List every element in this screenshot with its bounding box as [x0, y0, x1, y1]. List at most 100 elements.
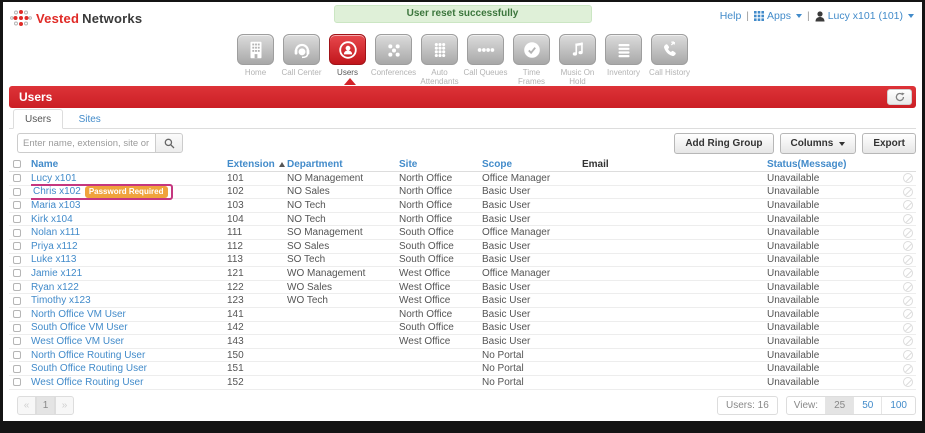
row-checkbox[interactable]	[13, 337, 21, 345]
nav-item-conferences[interactable]: Conferences	[371, 34, 417, 86]
row-checkbox[interactable]	[13, 188, 21, 196]
columns-dropdown-button[interactable]: Columns	[780, 133, 857, 154]
row-checkbox[interactable]	[13, 324, 21, 332]
cell-scope: Basic User	[482, 254, 582, 265]
apps-menu[interactable]: Apps	[754, 10, 802, 22]
success-alert: User reset successfully	[334, 5, 592, 23]
nav-item-inventory[interactable]: Inventory	[601, 34, 647, 86]
user-name-link[interactable]: Ryan x122	[31, 282, 79, 293]
nav-item-home[interactable]: Home	[233, 34, 279, 86]
nav-item-call-queues[interactable]: Call Queues	[463, 34, 509, 86]
user-name-link[interactable]: Lucy x101	[31, 173, 77, 184]
user-name-link[interactable]: North Office VM User	[31, 309, 126, 320]
refresh-button[interactable]	[887, 89, 912, 105]
export-button[interactable]: Export	[862, 133, 916, 154]
view-label: View:	[787, 397, 825, 414]
row-checkbox[interactable]	[13, 283, 21, 291]
header-email[interactable]: Email	[582, 159, 767, 170]
row-checkbox[interactable]	[13, 310, 21, 318]
nav-item-call-history[interactable]: Call History	[647, 34, 693, 86]
cell-status: Unavailable	[767, 186, 889, 197]
cell-department: SO Sales	[287, 241, 399, 252]
header-name-label: Name	[31, 159, 58, 170]
current-page-button[interactable]: 1	[36, 396, 55, 415]
cell-scope: Office Manager	[482, 173, 582, 184]
header-status[interactable]: Status(Message)	[767, 159, 889, 170]
user-name-link[interactable]: Kirk x104	[31, 214, 73, 225]
prev-page-button[interactable]: «	[17, 396, 36, 415]
cell-department: SO Tech	[287, 254, 399, 265]
apps-label: Apps	[767, 10, 791, 22]
page-title: Users	[9, 90, 887, 104]
disabled-call-icon	[903, 173, 913, 183]
user-name-link[interactable]: Priya x112	[31, 241, 78, 252]
search-input[interactable]	[17, 133, 155, 153]
nav-item-auto-attendants[interactable]: Auto Attendants	[417, 34, 463, 86]
row-checkbox[interactable]	[13, 297, 21, 305]
cell-site: South Office	[399, 227, 482, 238]
help-link[interactable]: Help	[720, 10, 742, 22]
cell-extension: 103	[227, 200, 287, 211]
row-checkbox[interactable]	[13, 229, 21, 237]
user-name-link[interactable]: Chris x102	[33, 186, 81, 197]
cell-scope: Office Manager	[482, 268, 582, 279]
divider	[746, 10, 749, 22]
toolbar: Add Ring Group Columns Export	[9, 133, 916, 155]
user-name-link[interactable]: West Office Routing User	[31, 377, 143, 388]
row-checkbox[interactable]	[13, 242, 21, 250]
tab-sites[interactable]: Sites	[68, 110, 112, 128]
user-name-link[interactable]: Maria x103	[31, 200, 80, 211]
brand-second-word: Networks	[82, 11, 142, 26]
disabled-call-icon	[903, 228, 913, 238]
view-option-50[interactable]: 50	[853, 397, 881, 414]
table-header-row: Name Extension Department Site Scope Ema…	[9, 157, 916, 172]
header-extension[interactable]: Extension	[227, 159, 287, 170]
cell-scope: No Portal	[482, 363, 582, 374]
app-window: VestedNetworks User reset successfully H…	[3, 2, 922, 421]
main-navigation: Home Call Center Users	[3, 34, 922, 86]
cell-status: Unavailable	[767, 268, 889, 279]
row-checkbox[interactable]	[13, 215, 21, 223]
nav-item-music-on-hold[interactable]: Music On Hold	[555, 34, 601, 86]
clock-icon	[521, 39, 543, 61]
user-name-link[interactable]: Luke x113	[31, 254, 76, 265]
view-option-25[interactable]: 25	[825, 397, 853, 414]
cell-site: West Office	[399, 268, 482, 279]
row-checkbox[interactable]	[13, 378, 21, 386]
row-checkbox[interactable]	[13, 256, 21, 264]
call-history-icon	[659, 39, 681, 61]
user-menu[interactable]: Lucy x101 (101)	[815, 10, 914, 22]
cell-status: Unavailable	[767, 254, 889, 265]
nav-item-time-frames[interactable]: Time Frames	[509, 34, 555, 86]
user-name-link[interactable]: South Office Routing User	[31, 363, 147, 374]
top-links: Help Apps Lucy x101 (	[720, 10, 914, 22]
header-scope[interactable]: Scope	[482, 159, 582, 170]
user-name-link[interactable]: West Office VM User	[31, 336, 124, 347]
header-extension-label: Extension	[227, 159, 275, 170]
pagination: « 1 »	[17, 396, 74, 415]
header-department[interactable]: Department	[287, 159, 399, 170]
search-button[interactable]	[155, 133, 183, 153]
row-checkbox[interactable]	[13, 351, 21, 359]
cell-status: Unavailable	[767, 350, 889, 361]
view-option-100[interactable]: 100	[881, 397, 915, 414]
add-ring-group-button[interactable]: Add Ring Group	[674, 133, 773, 154]
row-checkbox[interactable]	[13, 269, 21, 277]
disabled-call-icon	[903, 309, 913, 319]
nav-item-call-center[interactable]: Call Center	[279, 34, 325, 86]
row-checkbox[interactable]	[13, 201, 21, 209]
user-name-link[interactable]: Timothy x123	[31, 295, 91, 306]
user-name-link[interactable]: North Office Routing User	[31, 350, 145, 361]
select-all-checkbox[interactable]	[13, 160, 21, 168]
section-header-bar: Users	[9, 86, 916, 108]
row-checkbox[interactable]	[13, 174, 21, 182]
user-name-link[interactable]: South Office VM User	[31, 322, 128, 333]
header-name[interactable]: Name	[31, 159, 227, 170]
header-site[interactable]: Site	[399, 159, 482, 170]
name-highlight: Kirk x104	[31, 214, 73, 225]
row-checkbox[interactable]	[13, 365, 21, 373]
user-name-link[interactable]: Jamie x121	[31, 268, 82, 279]
user-name-link[interactable]: Nolan x111	[31, 227, 80, 238]
tab-users[interactable]: Users	[13, 109, 63, 129]
next-page-button[interactable]: »	[55, 396, 74, 415]
